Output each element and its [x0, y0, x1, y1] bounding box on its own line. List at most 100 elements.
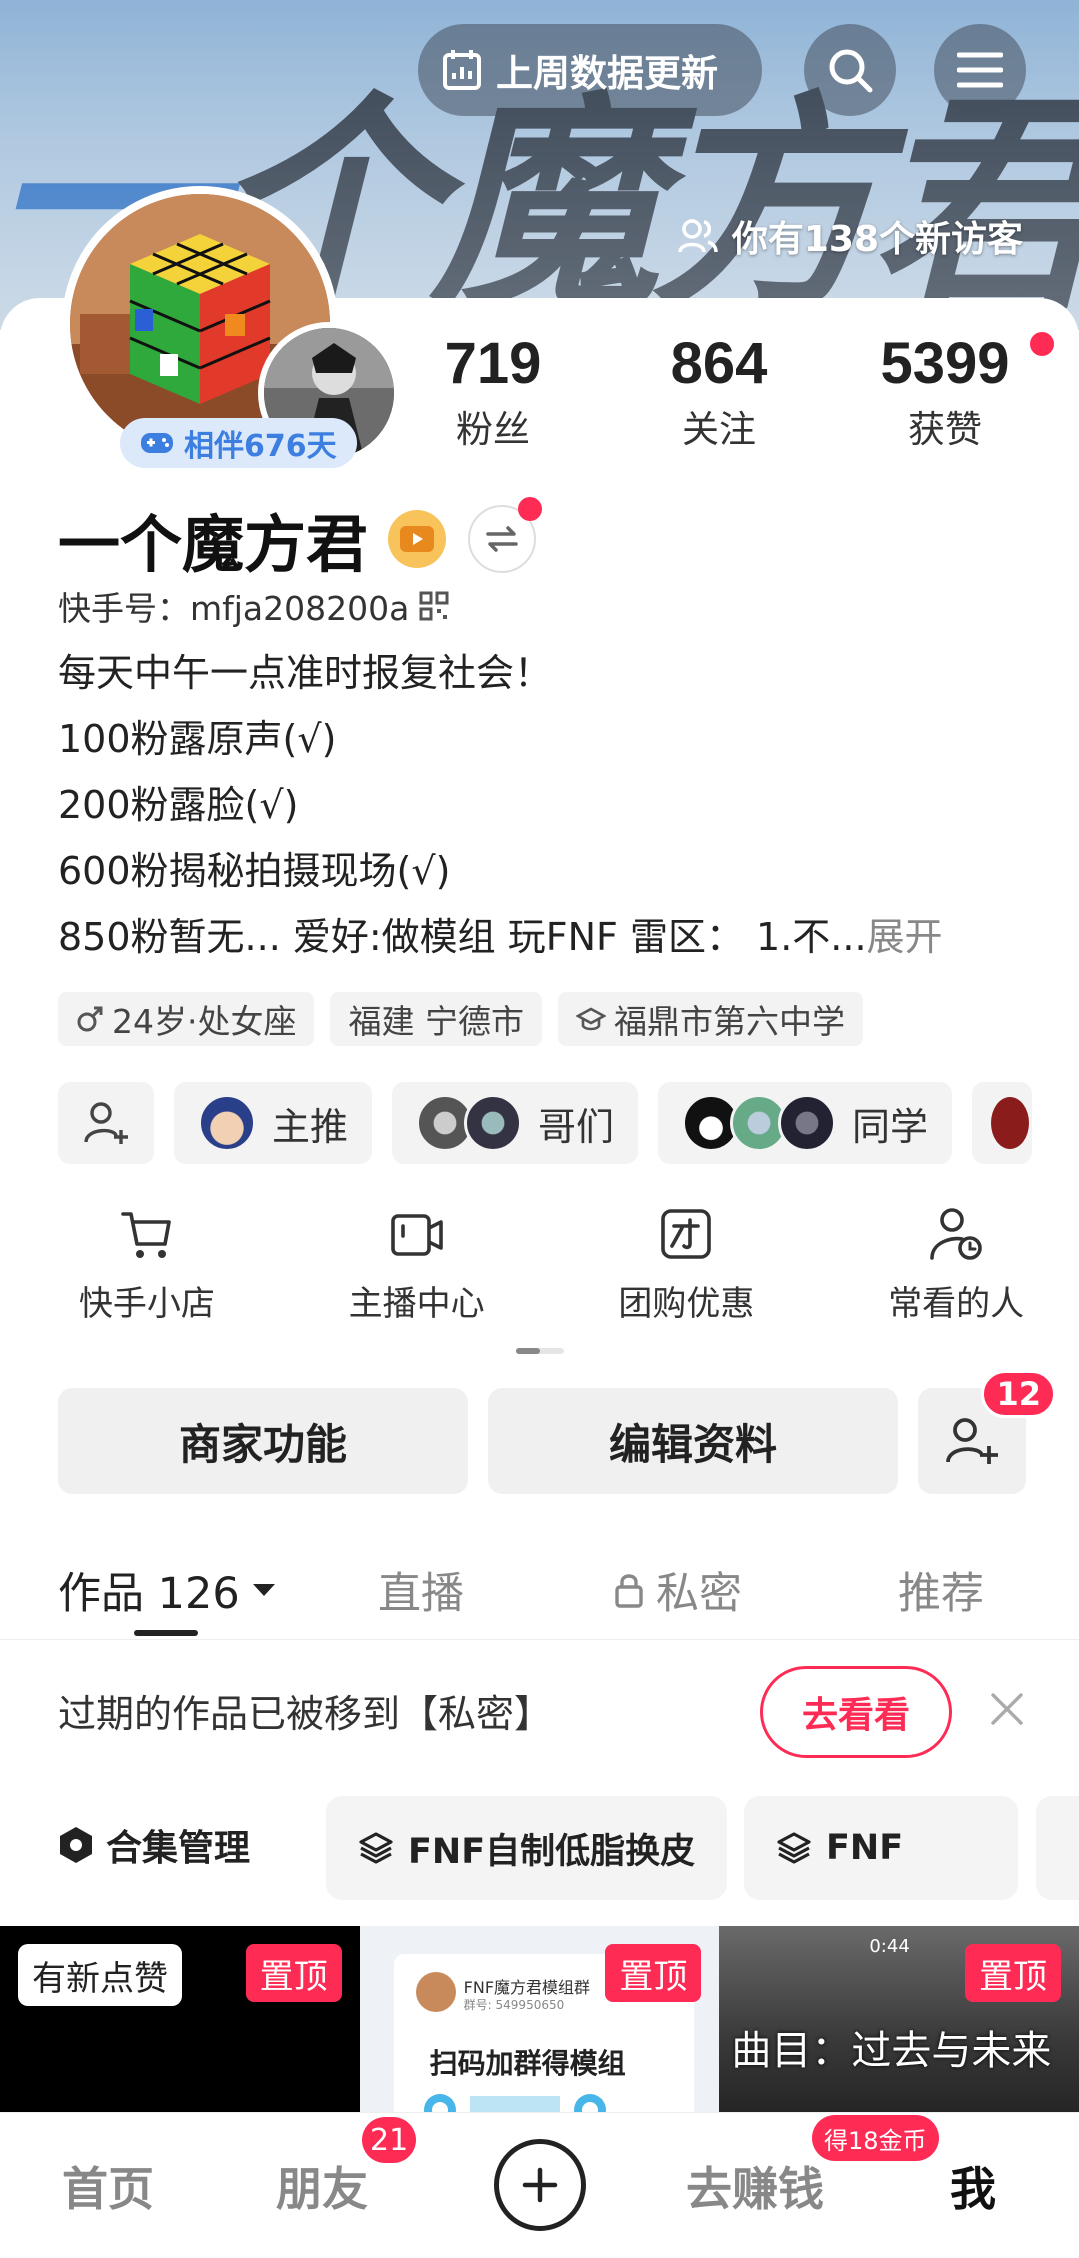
pinned-badge: 置顶: [965, 1944, 1062, 2002]
switch-account-button[interactable]: [468, 497, 543, 573]
stat-likes[interactable]: 5399 获赞: [832, 330, 1058, 453]
services-scroll-indicator: [516, 1348, 564, 1354]
nav-friends[interactable]: 朋友: [276, 2153, 368, 2219]
nav-earn[interactable]: 去赚钱: [686, 2153, 824, 2219]
scroll-thumb: [516, 1348, 540, 1354]
stat-likes-value: 5399: [880, 331, 1010, 396]
group-avatars: [416, 1094, 523, 1152]
collection-item[interactable]: FNF: [744, 1796, 1018, 1900]
profile-bio[interactable]: 每天中午一点准时报复社会！ 100粉露原声(√) 200粉露脸(√) 600粉揭…: [58, 640, 1038, 970]
group-classmates[interactable]: 同学: [658, 1082, 953, 1164]
service-kwai-shop[interactable]: 快手小店: [24, 1206, 270, 1325]
person-clock-icon: [930, 1208, 982, 1260]
add-person-icon: [946, 1418, 998, 1464]
member-avatar: [988, 1094, 1033, 1152]
work-thumbnail[interactable]: 有新点赞 置顶: [0, 1926, 360, 2112]
tag-location: 福建 宁德市: [330, 992, 542, 1046]
tab-works-label: 作品 126: [58, 1568, 240, 1619]
work-thumbnail[interactable]: FNF魔方君模组群 群号: 549950650 扫码加群得模组 置顶: [359, 1926, 720, 2112]
stat-fans[interactable]: 719 粉丝: [380, 330, 606, 453]
group-featured[interactable]: 主推: [174, 1082, 373, 1164]
calendar-chart-icon: [443, 50, 481, 90]
edit-profile-button[interactable]: 编辑资料: [488, 1388, 898, 1494]
bio-line: 100粉露原声(√): [58, 717, 337, 761]
collections-row: 合集管理 FNF自制低脂换皮 FNF: [0, 1790, 1079, 1900]
group-buy-icon: [661, 1209, 712, 1259]
service-frequent-viewed[interactable]: 常看的人: [833, 1206, 1079, 1325]
group-label: 同学: [852, 1104, 929, 1149]
tab-private-label: 私密: [656, 1568, 742, 1619]
tag-age: 24岁·处女座: [58, 992, 315, 1046]
tab-works[interactable]: 作品 126: [58, 1559, 278, 1621]
service-group-buy[interactable]: 团购优惠: [564, 1206, 810, 1325]
service-label: 常看的人: [888, 1284, 1025, 1324]
go-see-button[interactable]: 去看看: [760, 1666, 952, 1758]
male-icon: [77, 1006, 103, 1032]
companion-days-badge[interactable]: 相伴676天: [120, 418, 357, 468]
swap-icon: [486, 526, 518, 552]
cart-icon: [121, 1212, 171, 1258]
friend-request-badge: 12: [981, 1370, 1056, 1418]
create-button[interactable]: [494, 2139, 586, 2231]
nav-home[interactable]: 首页: [62, 2153, 154, 2219]
tag-school[interactable]: 福鼎市第六中学: [557, 992, 863, 1046]
layers-icon: [777, 1832, 811, 1864]
visitors-icon: [678, 219, 718, 253]
friends-badge: 21: [362, 2117, 417, 2163]
tab-recommend[interactable]: 推荐: [898, 1559, 984, 1621]
merchant-features-button[interactable]: 商家功能: [58, 1388, 468, 1494]
stat-following-label: 关注: [682, 408, 756, 451]
tag-location-label: 福建 宁德市: [348, 1002, 524, 1041]
tag-age-label: 24岁·处女座: [112, 1002, 297, 1041]
group-more[interactable]: [972, 1082, 1033, 1164]
service-label: 主播中心: [348, 1284, 485, 1324]
collection-manage-label: 合集管理: [106, 1828, 251, 1869]
new-visitors-link[interactable]: 你有138个新访客: [678, 210, 1023, 262]
notice-text: 过期的作品已被移到【私密】: [58, 1691, 553, 1736]
collection-item-more[interactable]: [1036, 1796, 1079, 1900]
friend-groups: 主推 哥们 同学: [58, 1082, 1033, 1164]
qr-code-icon[interactable]: [419, 591, 449, 621]
group-avatars: [682, 1094, 837, 1152]
add-group-button[interactable]: [58, 1082, 154, 1164]
likes-notification-dot: [1030, 332, 1054, 356]
data-update-button[interactable]: 上周数据更新: [418, 24, 762, 116]
camera-icon: [390, 1214, 443, 1256]
gamepad-icon: [141, 433, 173, 453]
pinned-badge: 置顶: [245, 1944, 342, 2002]
close-icon[interactable]: [990, 1692, 1024, 1726]
group-avatar: [415, 1972, 456, 2012]
kwai-id[interactable]: 快手号：mfja208200a: [58, 582, 449, 630]
menu-button[interactable]: [934, 24, 1026, 116]
collection-manage-button[interactable]: 合集管理: [58, 1819, 250, 1871]
tab-private[interactable]: 私密: [614, 1559, 742, 1621]
add-person-icon: [84, 1102, 128, 1144]
search-button[interactable]: [804, 24, 896, 116]
work-thumbnail[interactable]: 0:44 曲目：过去与未来 置顶: [719, 1926, 1079, 2112]
tab-live[interactable]: 直播: [378, 1559, 464, 1621]
active-tab-indicator: [134, 1630, 198, 1636]
stats-row: 719 粉丝 864 关注 5399 获赞: [380, 330, 1060, 453]
service-streamer-center[interactable]: 主播中心: [294, 1206, 540, 1325]
data-update-label: 上周数据更新: [496, 52, 718, 95]
creator-badge-icon[interactable]: [388, 510, 447, 568]
caret-down-icon: [252, 1583, 275, 1596]
add-friend-button[interactable]: 12: [918, 1370, 1056, 1494]
bio-expand-link[interactable]: 展开: [867, 915, 943, 959]
group-buddies[interactable]: 哥们: [392, 1082, 639, 1164]
profile-actions: 商家功能 编辑资料 12: [58, 1370, 1056, 1494]
content-tabs: 作品 126 直播 私密 推荐: [0, 1540, 1079, 1640]
stat-likes-label: 获赞: [908, 408, 982, 451]
qr-code-image: [423, 2094, 606, 2112]
plus-icon: [522, 2167, 558, 2203]
earn-coins-badge: 得18金币: [812, 2115, 939, 2161]
bio-line: 850粉暂无... 爱好:做模组 玩FNF 雷区： 1.不...: [58, 915, 867, 959]
collection-item[interactable]: FNF自制低脂换皮: [326, 1796, 728, 1900]
stat-fans-value: 719: [444, 331, 542, 396]
stat-following[interactable]: 864 关注: [606, 330, 832, 453]
group-label: 主推: [272, 1104, 349, 1149]
lock-icon: [615, 1573, 643, 1608]
song-caption: 曲目：过去与未来: [731, 2028, 1052, 2074]
group-avatars: [198, 1094, 256, 1152]
nav-me[interactable]: 我: [950, 2153, 996, 2219]
